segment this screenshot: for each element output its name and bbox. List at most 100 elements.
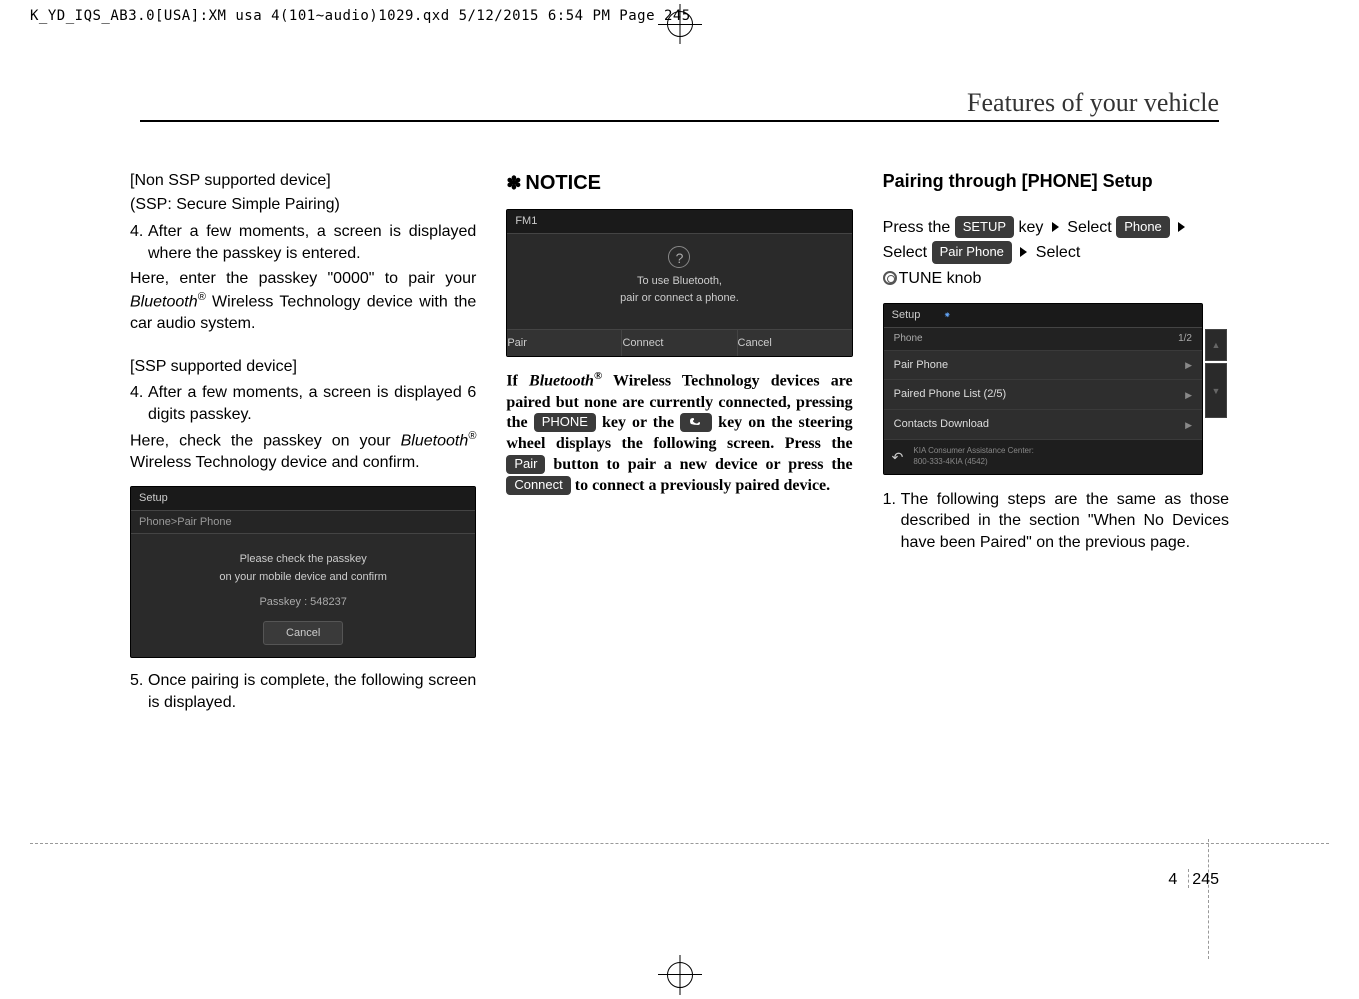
page-value: 245 [1192, 871, 1219, 888]
ssp-expansion: (SSP: Secure Simple Pairing) [130, 194, 476, 216]
arrow-right-icon [1178, 222, 1185, 232]
shot-cancel-button: Cancel [738, 330, 852, 357]
bluetooth-word: Bluetooth [529, 373, 594, 390]
pairing-heading: Pairing through [PHONE] Setup [883, 170, 1229, 193]
header-text: Phone [894, 332, 923, 346]
shot-item-pair-phone: Pair Phone ▶ [884, 351, 1202, 381]
notice-label: NOTICE [525, 172, 601, 194]
step-5: 5. Once pairing is complete, the followi… [130, 670, 476, 713]
item-label: Contacts Download [894, 417, 989, 432]
reg-mark: ® [198, 291, 206, 303]
shot-list-header: Phone 1/2 [884, 328, 1202, 351]
item-label: Paired Phone List (2/5) [894, 387, 1007, 402]
passkey-screenshot: Setup Phone>Pair Phone Please check the … [130, 486, 476, 659]
pairphone-menu-label: Pair Phone [932, 241, 1012, 264]
shot-title: Setup [131, 487, 475, 511]
step-number: 5. [130, 670, 148, 713]
text-frag: Select [1031, 244, 1080, 261]
bluetooth-word: Bluetooth [130, 293, 198, 310]
page-number: 4 245 [1168, 869, 1219, 889]
text-frag: Press the [883, 219, 955, 236]
shot-title-text: Setup [892, 309, 921, 321]
reg-mark: ® [594, 370, 602, 382]
shot-cancel-button: Cancel [263, 621, 343, 646]
back-icon: ↶ [892, 448, 904, 467]
phone-menu-label: Phone [1116, 216, 1170, 239]
crop-circle-bottom [667, 962, 693, 988]
shot-connect-button: Connect [622, 330, 737, 357]
shot-item-contacts: Contacts Download ▶ [884, 410, 1202, 440]
step-text: After a few moments, a screen is display… [148, 221, 476, 264]
title-underline [140, 120, 1219, 122]
notice-icon: ✽ [506, 173, 521, 193]
text-frag: button to pair a new device or press the [545, 456, 852, 473]
cut-line-horizontal [30, 843, 1329, 844]
text-frag: If [506, 373, 529, 390]
page-divider [1188, 869, 1189, 888]
notice-body: If Bluetooth® Wireless Technology device… [506, 369, 852, 496]
text-frag: to connect a previously paired device. [571, 477, 830, 494]
shot-passkey: Passkey : 548237 [141, 595, 465, 610]
step-4-ssp: 4. After a few moments, a screen is disp… [130, 382, 476, 425]
question-icon: ? [668, 246, 690, 268]
page-title: Features of your vehicle [967, 88, 1219, 118]
text-frag: Select [1063, 219, 1116, 236]
fm1-screenshot: FM1 ? To use Bluetooth, pair or connect … [506, 209, 852, 357]
arrow-right-icon [1020, 247, 1027, 257]
bluetooth-word: Bluetooth [401, 433, 469, 450]
setup-key-label: SETUP [955, 216, 1014, 239]
tune-knob-icon [883, 271, 897, 285]
scroll-down-icon: ▼ [1205, 363, 1227, 418]
ssp-heading: [SSP supported device] [130, 356, 476, 378]
shot-line2: pair or connect a phone. [519, 291, 839, 306]
footer-text: KIA Consumer Assistance Center: 800-333-… [913, 446, 1034, 468]
text-frag: Select [883, 244, 932, 261]
shot-title: Setup ⁕ [884, 304, 1202, 328]
text-frag: key [1014, 219, 1048, 236]
bluetooth-status-icon: ⁕ [943, 310, 951, 320]
content-columns: [Non SSP supported device] (SSP: Secure … [130, 170, 1229, 718]
arrow-right-icon [1052, 222, 1059, 232]
shot-title: FM1 [507, 210, 851, 234]
shot-item-paired-list: Paired Phone List (2/5) ▶ [884, 380, 1202, 410]
text-frag: Here, check the passkey on your [130, 433, 401, 450]
step-number: 1. [883, 489, 901, 554]
check-passkey-text: Here, check the passkey on your Bluetoot… [130, 429, 476, 474]
reg-mark: ® [468, 430, 476, 442]
chevron-right-icon: ▶ [1185, 419, 1192, 431]
column-2: ✽NOTICE FM1 ? To use Bluetooth, pair or … [506, 170, 852, 718]
step-text: After a few moments, a screen is display… [148, 382, 476, 425]
call-icon-key [680, 413, 712, 432]
passkey-0000-text: Here, enter the passkey "0000" to pair y… [130, 268, 476, 334]
shot-footer: ↶ KIA Consumer Assistance Center: 800-33… [884, 440, 1202, 474]
connect-button-label: Connect [506, 476, 570, 495]
step-text: The following steps are the same as thos… [901, 489, 1229, 554]
setup-screenshot-wrapper: Setup ⁕ Phone 1/2 Pair Phone ▶ Paired Ph… [883, 303, 1229, 474]
setup-screenshot: Setup ⁕ Phone 1/2 Pair Phone ▶ Paired Ph… [883, 303, 1203, 474]
footer-line1: KIA Consumer Assistance Center: [913, 446, 1034, 455]
pair-button-label: Pair [506, 455, 545, 474]
notice-heading: ✽NOTICE [506, 170, 852, 197]
text-frag: key or the [596, 414, 680, 431]
shot-breadcrumb: Phone>Pair Phone [131, 511, 475, 535]
phone-key-label: PHONE [534, 413, 596, 432]
step-number: 4. [130, 221, 148, 264]
step-1-same: 1. The following steps are the same as t… [883, 489, 1229, 554]
cut-line-vertical [1208, 839, 1209, 959]
shot-scroll-buttons: ▲ ▼ [1205, 329, 1227, 420]
footer-line2: 800-333-4KIA (4542) [913, 457, 987, 466]
column-1: [Non SSP supported device] (SSP: Secure … [130, 170, 476, 718]
chevron-right-icon: ▶ [1185, 359, 1192, 371]
shot-line2: on your mobile device and confirm [141, 570, 465, 585]
shot-line1: Please check the passkey [141, 552, 465, 567]
step-4-nonssp: 4. After a few moments, a screen is disp… [130, 221, 476, 264]
chevron-right-icon: ▶ [1185, 389, 1192, 401]
text-frag: Wireless Technology device and confirm. [130, 454, 420, 471]
section-number: 4 [1168, 871, 1177, 888]
step-number: 4. [130, 382, 148, 425]
column-3: Pairing through [PHONE] Setup Press the … [883, 170, 1229, 718]
tune-knob-label: TUNE knob [899, 270, 982, 287]
item-label: Pair Phone [894, 358, 948, 373]
step-text: Once pairing is complete, the following … [148, 670, 476, 713]
scroll-up-icon: ▲ [1205, 329, 1227, 361]
